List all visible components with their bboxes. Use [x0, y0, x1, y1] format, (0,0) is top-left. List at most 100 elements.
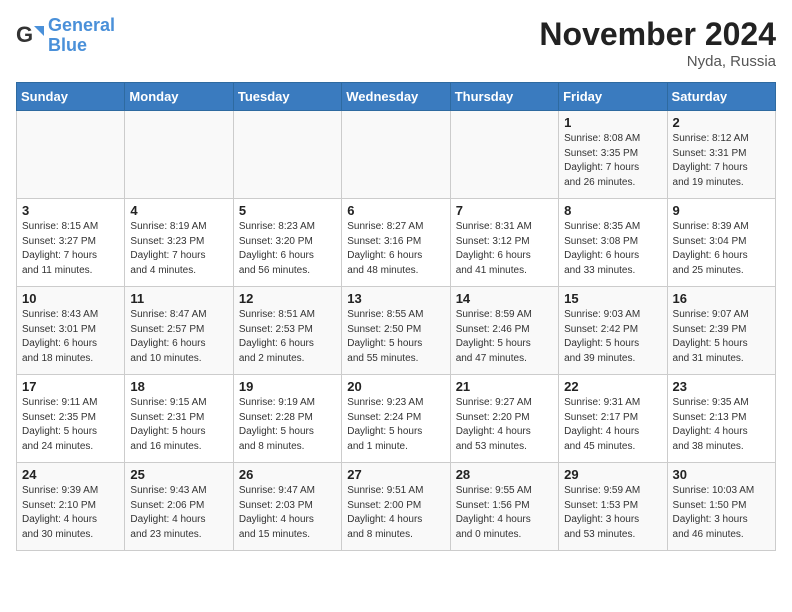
calendar-cell: 5 Sunrise: 8:23 AM Sunset: 3:20 PM Daylig…: [233, 199, 341, 287]
day-number: 18: [130, 379, 227, 394]
day-number: 29: [564, 467, 661, 482]
day-number: 22: [564, 379, 661, 394]
calendar-cell: [233, 111, 341, 199]
day-number: 14: [456, 291, 553, 306]
calendar-cell: 19 Sunrise: 9:19 AM Sunset: 2:28 PM Dayli…: [233, 375, 341, 463]
week-row: 17 Sunrise: 9:11 AM Sunset: 2:35 PM Dayli…: [17, 375, 776, 463]
day-info: Sunrise: 8:12 AM Sunset: 3:31 PM Dayligh…: [673, 132, 770, 190]
day-info: Sunrise: 9:31 AM Sunset: 2:17 PM Dayligh…: [564, 396, 661, 454]
day-number: 5: [239, 203, 336, 218]
day-number: 25: [130, 467, 227, 482]
week-row: 24Sunrise: 9:39 AM Sunset: 2:10 PM Dayli…: [17, 463, 776, 551]
week-row: 10 Sunrise: 8:43 AM Sunset: 3:01 PM Dayli…: [17, 287, 776, 375]
logo-line2: Blue: [48, 35, 87, 55]
calendar-cell: 4 Sunrise: 8:19 AM Sunset: 3:23 PM Daylig…: [125, 199, 233, 287]
day-number: 13: [347, 291, 444, 306]
calendar-cell: 24Sunrise: 9:39 AM Sunset: 2:10 PM Dayli…: [17, 463, 125, 551]
calendar-cell: [450, 111, 558, 199]
calendar-cell: 6 Sunrise: 8:27 AM Sunset: 3:16 PM Daylig…: [342, 199, 450, 287]
calendar-cell: 13 Sunrise: 8:55 AM Sunset: 2:50 PM Dayli…: [342, 287, 450, 375]
day-number: 8: [564, 203, 661, 218]
day-info: Sunrise: 9:19 AM Sunset: 2:28 PM Dayligh…: [239, 396, 336, 454]
calendar-cell: 17 Sunrise: 9:11 AM Sunset: 2:35 PM Dayli…: [17, 375, 125, 463]
day-number: 23: [673, 379, 770, 394]
calendar-cell: 7 Sunrise: 8:31 AM Sunset: 3:12 PM Daylig…: [450, 199, 558, 287]
calendar-table: SundayMondayTuesdayWednesdayThursdayFrid…: [16, 82, 776, 551]
day-number: 28: [456, 467, 553, 482]
day-number: 21: [456, 379, 553, 394]
calendar-cell: 9Sunrise: 8:39 AM Sunset: 3:04 PM Daylig…: [667, 199, 775, 287]
logo-text: General Blue: [48, 16, 115, 56]
week-row: 3 Sunrise: 8:15 AM Sunset: 3:27 PM Daylig…: [17, 199, 776, 287]
day-info: Sunrise: 9:23 AM Sunset: 2:24 PM Dayligh…: [347, 396, 444, 454]
day-info: Sunrise: 9:43 AM Sunset: 2:06 PM Dayligh…: [130, 484, 227, 542]
day-info: Sunrise: 9:07 AM Sunset: 2:39 PM Dayligh…: [673, 308, 770, 366]
month-title: November 2024: [539, 16, 776, 53]
title-block: November 2024 Nyda, Russia: [539, 16, 776, 70]
day-number: 2: [673, 115, 770, 130]
calendar-cell: 11Sunrise: 8:47 AM Sunset: 2:57 PM Dayli…: [125, 287, 233, 375]
calendar-cell: 3 Sunrise: 8:15 AM Sunset: 3:27 PM Daylig…: [17, 199, 125, 287]
day-info: Sunrise: 8:59 AM Sunset: 2:46 PM Dayligh…: [456, 308, 553, 366]
header-cell-sunday: Sunday: [17, 83, 125, 111]
day-number: 26: [239, 467, 336, 482]
day-number: 1: [564, 115, 661, 130]
day-number: 3: [22, 203, 119, 218]
day-info: Sunrise: 8:27 AM Sunset: 3:16 PM Dayligh…: [347, 220, 444, 278]
calendar-cell: 2 Sunrise: 8:12 AM Sunset: 3:31 PM Daylig…: [667, 111, 775, 199]
day-number: 15: [564, 291, 661, 306]
day-info: Sunrise: 9:35 AM Sunset: 2:13 PM Dayligh…: [673, 396, 770, 454]
day-info: Sunrise: 8:23 AM Sunset: 3:20 PM Dayligh…: [239, 220, 336, 278]
calendar-cell: 21 Sunrise: 9:27 AM Sunset: 2:20 PM Dayli…: [450, 375, 558, 463]
day-info: Sunrise: 9:11 AM Sunset: 2:35 PM Dayligh…: [22, 396, 119, 454]
header-cell-friday: Friday: [559, 83, 667, 111]
calendar-cell: 1 Sunrise: 8:08 AM Sunset: 3:35 PM Daylig…: [559, 111, 667, 199]
header-cell-thursday: Thursday: [450, 83, 558, 111]
day-info: Sunrise: 9:55 AM Sunset: 1:56 PM Dayligh…: [456, 484, 553, 542]
day-number: 24: [22, 467, 119, 482]
day-info: Sunrise: 9:03 AM Sunset: 2:42 PM Dayligh…: [564, 308, 661, 366]
svg-text:G: G: [16, 22, 33, 47]
calendar-cell: 15 Sunrise: 9:03 AM Sunset: 2:42 PM Dayli…: [559, 287, 667, 375]
day-number: 16: [673, 291, 770, 306]
day-number: 20: [347, 379, 444, 394]
calendar-cell: 12 Sunrise: 8:51 AM Sunset: 2:53 PM Dayli…: [233, 287, 341, 375]
day-info: Sunrise: 8:15 AM Sunset: 3:27 PM Dayligh…: [22, 220, 119, 278]
day-number: 6: [347, 203, 444, 218]
calendar-cell: 26Sunrise: 9:47 AM Sunset: 2:03 PM Dayli…: [233, 463, 341, 551]
day-info: Sunrise: 8:31 AM Sunset: 3:12 PM Dayligh…: [456, 220, 553, 278]
day-number: 19: [239, 379, 336, 394]
day-number: 9: [673, 203, 770, 218]
day-number: 7: [456, 203, 553, 218]
day-number: 12: [239, 291, 336, 306]
calendar-cell: 16 Sunrise: 9:07 AM Sunset: 2:39 PM Dayli…: [667, 287, 775, 375]
day-number: 10: [22, 291, 119, 306]
calendar-cell: 18 Sunrise: 9:15 AM Sunset: 2:31 PM Dayli…: [125, 375, 233, 463]
day-info: Sunrise: 9:27 AM Sunset: 2:20 PM Dayligh…: [456, 396, 553, 454]
day-info: Sunrise: 8:51 AM Sunset: 2:53 PM Dayligh…: [239, 308, 336, 366]
day-info: Sunrise: 8:19 AM Sunset: 3:23 PM Dayligh…: [130, 220, 227, 278]
logo-icon: G: [16, 22, 44, 50]
calendar-cell: 10 Sunrise: 8:43 AM Sunset: 3:01 PM Dayli…: [17, 287, 125, 375]
calendar-cell: 20 Sunrise: 9:23 AM Sunset: 2:24 PM Dayli…: [342, 375, 450, 463]
calendar-cell: 22 Sunrise: 9:31 AM Sunset: 2:17 PM Dayli…: [559, 375, 667, 463]
day-info: Sunrise: 9:51 AM Sunset: 2:00 PM Dayligh…: [347, 484, 444, 542]
calendar-cell: 30Sunrise: 10:03 AM Sunset: 1:50 PM Dayl…: [667, 463, 775, 551]
day-info: Sunrise: 9:15 AM Sunset: 2:31 PM Dayligh…: [130, 396, 227, 454]
week-row: 1 Sunrise: 8:08 AM Sunset: 3:35 PM Daylig…: [17, 111, 776, 199]
calendar-cell: 29Sunrise: 9:59 AM Sunset: 1:53 PM Dayli…: [559, 463, 667, 551]
calendar-cell: 28 Sunrise: 9:55 AM Sunset: 1:56 PM Dayli…: [450, 463, 558, 551]
day-info: Sunrise: 8:55 AM Sunset: 2:50 PM Dayligh…: [347, 308, 444, 366]
logo: G General Blue: [16, 16, 115, 56]
day-number: 4: [130, 203, 227, 218]
header-cell-monday: Monday: [125, 83, 233, 111]
day-info: Sunrise: 8:47 AM Sunset: 2:57 PM Dayligh…: [130, 308, 227, 366]
day-number: 30: [673, 467, 770, 482]
calendar-cell: 23 Sunrise: 9:35 AM Sunset: 2:13 PM Dayli…: [667, 375, 775, 463]
day-info: Sunrise: 8:43 AM Sunset: 3:01 PM Dayligh…: [22, 308, 119, 366]
calendar-cell: 14 Sunrise: 8:59 AM Sunset: 2:46 PM Dayli…: [450, 287, 558, 375]
day-info: Sunrise: 8:35 AM Sunset: 3:08 PM Dayligh…: [564, 220, 661, 278]
day-number: 17: [22, 379, 119, 394]
header-cell-saturday: Saturday: [667, 83, 775, 111]
day-info: Sunrise: 8:08 AM Sunset: 3:35 PM Dayligh…: [564, 132, 661, 190]
